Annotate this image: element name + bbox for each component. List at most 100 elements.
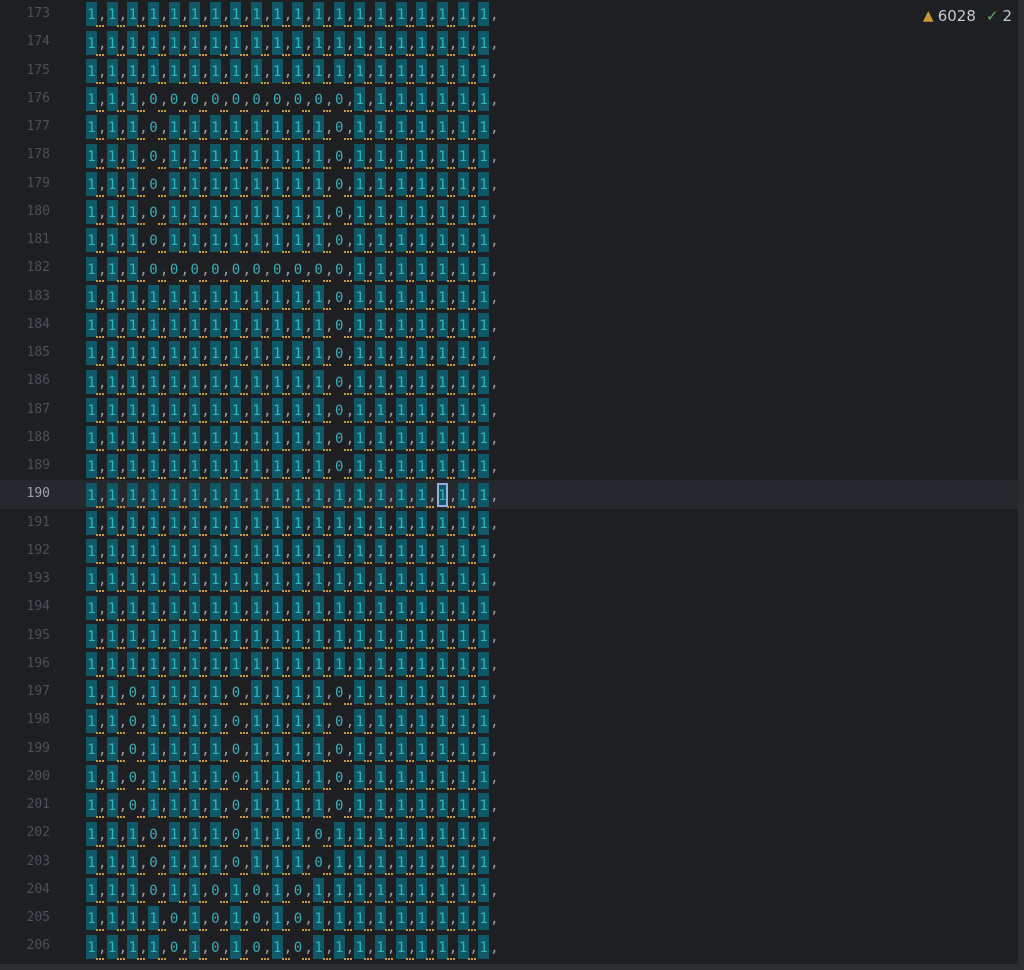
warning-squiggle-icon xyxy=(467,51,476,56)
line-number[interactable]: 188 xyxy=(0,424,50,452)
array-element: 1, xyxy=(292,736,313,763)
line-number[interactable]: 206 xyxy=(0,932,50,960)
checkmark-squiggle-icon: ✓ xyxy=(985,7,999,25)
warning-squiggle-icon xyxy=(116,333,125,338)
code-line[interactable]: 1,1,1,1,1,1,1,1,1,1,1,1,0,1,1,1,1,1,1,1, xyxy=(86,367,499,395)
array-element: 1, xyxy=(395,878,417,904)
code-line[interactable]: 1,1,1,1,1,1,1,1,1,1,1,1,0,1,1,1,1,1,1,1, xyxy=(86,339,499,367)
line-number[interactable]: 199 xyxy=(0,735,50,763)
line-number[interactable]: 180 xyxy=(0,198,50,226)
array-element: 1, xyxy=(106,849,128,876)
line-number[interactable]: 185 xyxy=(0,339,50,367)
array-element: 1, xyxy=(457,821,479,848)
line-number[interactable]: 189 xyxy=(0,452,50,480)
code-line[interactable]: 1,1,1,1,1,1,1,1,1,1,1,1,1,1,1,1,1,1,1,1, xyxy=(86,509,499,537)
code-line[interactable]: 1,1,1,1,1,1,1,1,1,1,1,1,1,1,1,1,1,1,1,1, xyxy=(86,537,499,565)
code-line[interactable]: 1,1,1,1,1,1,1,1,1,1,1,1,1,1,1,1,1,1,1,1, xyxy=(86,480,499,508)
line-number[interactable]: 196 xyxy=(0,650,50,678)
code-line[interactable]: 1,1,1,0,1,1,1,0,1,1,1,0,1,1,1,1,1,1,1,1, xyxy=(86,819,499,847)
line-number[interactable]: 202 xyxy=(0,819,50,847)
line-number[interactable]: 177 xyxy=(0,113,50,141)
line-number-gutter[interactable]: 173 174 175 176 177 178 179 180 181 182 183 184 185 1… xyxy=(0,0,62,970)
array-element: 1, xyxy=(313,567,334,593)
code-line[interactable]: 1,1,1,1,1,1,1,1,1,1,1,1,0,1,1,1,1,1,1,1, xyxy=(86,311,499,339)
line-number[interactable]: 198 xyxy=(0,706,50,734)
array-element: 1, xyxy=(251,595,272,622)
code-line[interactable]: 1,1,1,1,1,1,1,1,1,1,1,1,1,1,1,1,1,1,1,1, xyxy=(86,0,499,28)
array-element: 1, xyxy=(209,680,231,706)
array-element: 1, xyxy=(106,341,128,367)
line-number[interactable]: 186 xyxy=(0,367,50,395)
element-value: 1 xyxy=(478,58,490,83)
warning-squiggle-icon xyxy=(446,248,455,254)
code-editor[interactable]: 173 174 175 176 177 178 179 180 181 182 183 184 185 1… xyxy=(0,0,1024,970)
warning-squiggle-icon xyxy=(405,926,414,932)
line-number[interactable]: 197 xyxy=(0,678,50,706)
code-line[interactable]: 1,1,1,1,1,1,1,1,1,1,1,1,0,1,1,1,1,1,1,1, xyxy=(86,283,499,311)
code-line[interactable]: 1,1,1,0,1,1,0,1,0,1,0,1,1,1,1,1,1,1,1,1, xyxy=(86,876,499,904)
code-line[interactable]: 1,1,1,1,1,1,1,1,1,1,1,1,0,1,1,1,1,1,1,1, xyxy=(86,452,499,480)
code-line[interactable]: 1,1,1,1,0,1,0,1,0,1,0,1,1,1,1,1,1,1,1,1, xyxy=(86,932,499,960)
code-line[interactable]: 1,1,1,0,0,0,0,0,0,0,0,0,0,1,1,1,1,1,1,1, xyxy=(86,254,499,282)
code-line[interactable]: 1,1,1,0,1,1,1,1,1,1,1,1,0,1,1,1,1,1,1,1, xyxy=(86,198,499,226)
line-number[interactable]: 193 xyxy=(0,565,50,593)
array-element: 1, xyxy=(354,793,375,819)
code-line[interactable]: 1,1,1,1,1,1,1,1,1,1,1,1,1,1,1,1,1,1,1,1, xyxy=(86,593,499,621)
line-number[interactable]: 181 xyxy=(0,226,50,254)
array-element: 0, xyxy=(230,737,251,763)
line-number[interactable]: 191 xyxy=(0,509,50,537)
line-number[interactable]: 190 xyxy=(0,480,50,508)
line-number[interactable]: 204 xyxy=(0,876,50,904)
code-line[interactable]: 1,1,1,1,1,1,1,1,1,1,1,1,1,1,1,1,1,1,1,1, xyxy=(86,565,499,593)
code-line[interactable]: 1,1,1,1,1,1,1,1,1,1,1,1,1,1,1,1,1,1,1,1, xyxy=(86,57,499,85)
line-number[interactable]: 201 xyxy=(0,791,50,819)
warning-squiggle-icon xyxy=(302,135,311,141)
warning-squiggle-icon xyxy=(467,22,476,28)
line-number[interactable]: 205 xyxy=(0,904,50,932)
code-line[interactable]: 1,1,1,1,1,1,1,1,1,1,1,1,0,1,1,1,1,1,1,1, xyxy=(86,424,499,452)
inspection-widget[interactable]: ▲ 6028 ✓ 2 xyxy=(923,7,1012,25)
line-number[interactable]: 176 xyxy=(0,85,50,113)
line-number[interactable]: 179 xyxy=(0,170,50,198)
code-line[interactable]: 1,1,0,1,1,1,1,0,1,1,1,1,0,1,1,1,1,1,1,1, xyxy=(86,735,499,763)
code-line[interactable]: 1,1,1,0,1,1,1,0,1,1,1,0,1,1,1,1,1,1,1,1, xyxy=(86,848,499,876)
code-line[interactable]: 1,1,1,0,1,1,1,1,1,1,1,1,0,1,1,1,1,1,1,1, xyxy=(86,113,499,141)
line-number[interactable]: 184 xyxy=(0,311,50,339)
code-line[interactable]: 1,1,1,1,1,1,1,1,1,1,1,1,0,1,1,1,1,1,1,1, xyxy=(86,396,499,424)
code-line[interactable]: 1,1,0,1,1,1,1,0,1,1,1,1,0,1,1,1,1,1,1,1, xyxy=(86,791,499,819)
line-number[interactable]: 174 xyxy=(0,28,50,56)
code-line[interactable]: 1,1,1,1,1,1,1,1,1,1,1,1,1,1,1,1,1,1,1,1, xyxy=(86,28,499,56)
line-number[interactable]: 187 xyxy=(0,396,50,424)
code-line[interactable]: 1,1,1,0,1,1,1,1,1,1,1,1,0,1,1,1,1,1,1,1, xyxy=(86,170,499,198)
code-line[interactable]: 1,1,0,1,1,1,1,0,1,1,1,1,0,1,1,1,1,1,1,1, xyxy=(86,763,499,791)
code-line[interactable]: 1,1,1,0,0,0,0,0,0,0,0,0,0,1,1,1,1,1,1,1, xyxy=(86,85,499,113)
code-line[interactable]: 1,1,0,1,1,1,1,0,1,1,1,1,0,1,1,1,1,1,1,1, xyxy=(86,706,499,734)
line-number[interactable]: 183 xyxy=(0,283,50,311)
line-number[interactable]: 173 xyxy=(0,0,50,28)
array-element: 1, xyxy=(354,454,375,480)
array-element: 1, xyxy=(189,397,210,424)
code-line[interactable]: 1,1,0,1,1,1,1,0,1,1,1,1,0,1,1,1,1,1,1,1, xyxy=(86,678,499,706)
array-element: 1, xyxy=(251,765,272,791)
line-number[interactable]: 200 xyxy=(0,763,50,791)
code-line[interactable]: 1,1,1,0,1,1,1,1,1,1,1,1,0,1,1,1,1,1,1,1, xyxy=(86,226,499,254)
code-line[interactable]: 1,1,1,1,0,1,0,1,0,1,0,1,1,1,1,1,1,1,1,1, xyxy=(86,904,499,932)
code-line[interactable]: 1,1,1,1,1,1,1,1,1,1,1,1,1,1,1,1,1,1,1,1, xyxy=(86,650,499,678)
line-number[interactable]: 175 xyxy=(0,57,50,85)
line-number[interactable]: 195 xyxy=(0,622,50,650)
array-element: 0, xyxy=(210,257,231,283)
array-element: 1, xyxy=(168,143,190,170)
warning-squiggle-icon xyxy=(240,955,249,960)
array-element: 1, xyxy=(416,228,437,254)
warning-squiggle-icon xyxy=(261,757,270,762)
line-number[interactable]: 178 xyxy=(0,141,50,169)
line-number[interactable]: 192 xyxy=(0,537,50,565)
line-number[interactable]: 203 xyxy=(0,848,50,876)
line-number[interactable]: 182 xyxy=(0,254,50,282)
code-line[interactable]: 1,1,1,1,1,1,1,1,1,1,1,1,1,1,1,1,1,1,1,1, xyxy=(86,622,499,650)
code-line[interactable]: 1,1,1,0,1,1,1,1,1,1,1,1,0,1,1,1,1,1,1,1, xyxy=(86,141,499,169)
warning-squiggle-icon xyxy=(178,644,187,649)
array-element: 1, xyxy=(478,341,499,367)
array-element: 1, xyxy=(416,397,437,424)
line-number[interactable]: 194 xyxy=(0,593,50,621)
